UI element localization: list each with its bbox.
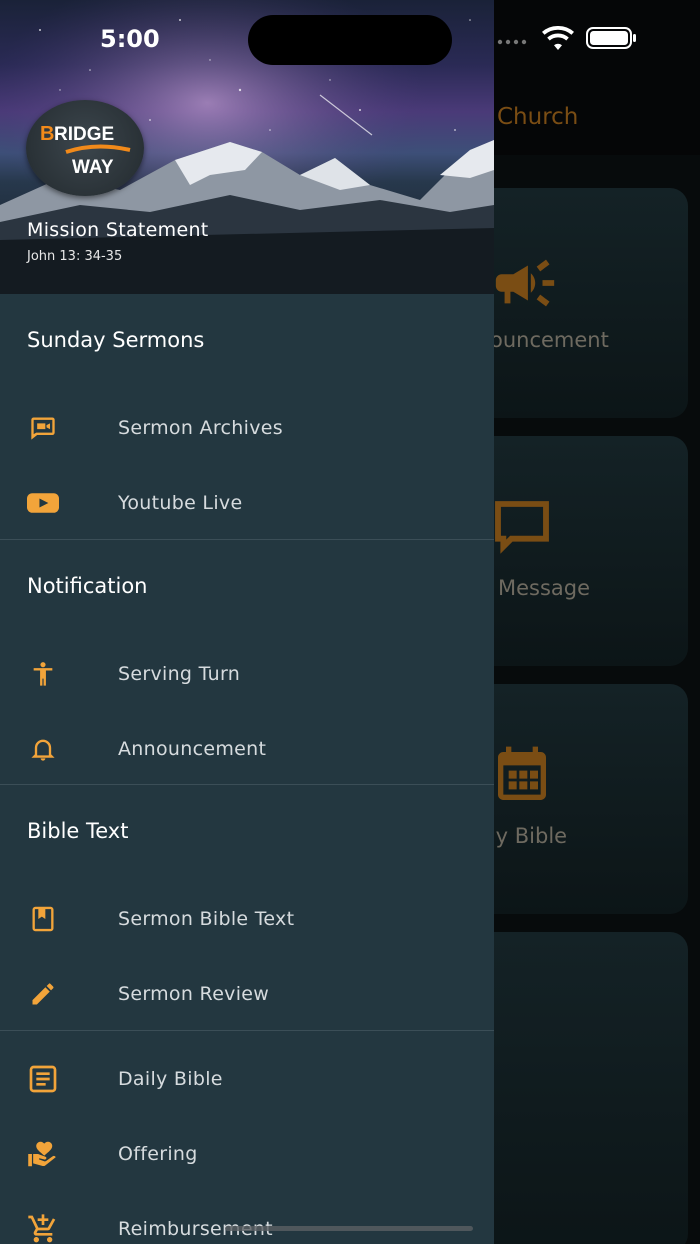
video-chat-icon [27,412,59,444]
pencil-icon [27,978,59,1010]
section-title: Bible Text [27,819,129,843]
home-indicator[interactable] [225,1226,473,1231]
card-label: ily Bible [484,824,568,848]
svg-text:RIDGE: RIDGE [54,124,114,145]
menu-item-label: Announcement [118,737,267,760]
section-notification: Notification Serving Turn Announcement [0,540,494,785]
menu-item-sermon-review[interactable]: Sermon Review [0,956,494,1031]
section-sunday-sermons: Sunday Sermons Sermon Archives Youtube L… [0,294,494,540]
megaphone-icon [490,248,560,322]
mission-statement-title: Mission Statement [27,219,209,241]
article-icon [27,1063,59,1095]
cart-add-icon [27,1213,59,1244]
chat-bubble-icon [490,496,554,564]
section-title: Sunday Sermons [27,328,205,352]
mission-statement-reference: John 13: 34-35 [27,249,123,264]
status-time: 5:00 [100,25,160,53]
menu-item-daily-bible[interactable]: Daily Bible [0,1041,494,1116]
svg-text:WAY: WAY [72,157,114,178]
card-label: ouncement [490,328,609,352]
calendar-icon [490,744,554,812]
person-icon [27,658,59,690]
menu-item-announcement[interactable]: Announcement [0,711,494,786]
section-more: Daily Bible Offering Reimbursement [0,1031,494,1244]
menu-item-label: Sermon Archives [118,416,283,439]
drawer-header: 5:00 B RIDGE WAY Mission Statement John … [0,0,494,294]
message-card[interactable]: Message [470,436,688,666]
section-bible-text: Bible Text Sermon Bible Text Sermon Revi… [0,785,494,1031]
announcement-card[interactable]: ouncement [470,188,688,418]
wifi-icon [542,25,574,54]
dynamic-island [248,15,452,65]
menu-item-reimbursement[interactable]: Reimbursement [0,1191,494,1244]
daily-bible-card[interactable]: ily Bible [470,684,688,914]
background-card[interactable] [470,932,688,1244]
bridgeway-logo: B RIDGE WAY [26,100,144,196]
signal-icon [496,26,532,50]
youtube-icon [27,487,59,519]
menu-item-offering[interactable]: Offering [0,1116,494,1191]
menu-item-sermon-archives[interactable]: Sermon Archives [0,390,494,465]
bookmark-book-icon [27,903,59,935]
battery-icon [586,26,638,54]
bell-icon [27,733,59,765]
svg-text:B: B [40,123,54,145]
section-title: Notification [27,574,148,598]
card-label: Message [498,576,591,600]
navigation-drawer: 5:00 B RIDGE WAY Mission Statement John … [0,0,494,1244]
menu-item-label: Daily Bible [118,1067,223,1090]
menu-item-serving-turn[interactable]: Serving Turn [0,636,494,711]
heart-hand-icon [27,1138,59,1170]
background-title: Church [497,104,579,130]
menu-item-label: Serving Turn [118,662,241,685]
menu-item-label: Youtube Live [118,491,243,514]
menu-item-youtube-live[interactable]: Youtube Live [0,465,494,540]
menu-item-sermon-bible-text[interactable]: Sermon Bible Text [0,881,494,956]
menu-item-label: Sermon Bible Text [118,907,295,930]
menu-item-label: Sermon Review [118,982,270,1005]
menu-item-label: Offering [118,1142,198,1165]
